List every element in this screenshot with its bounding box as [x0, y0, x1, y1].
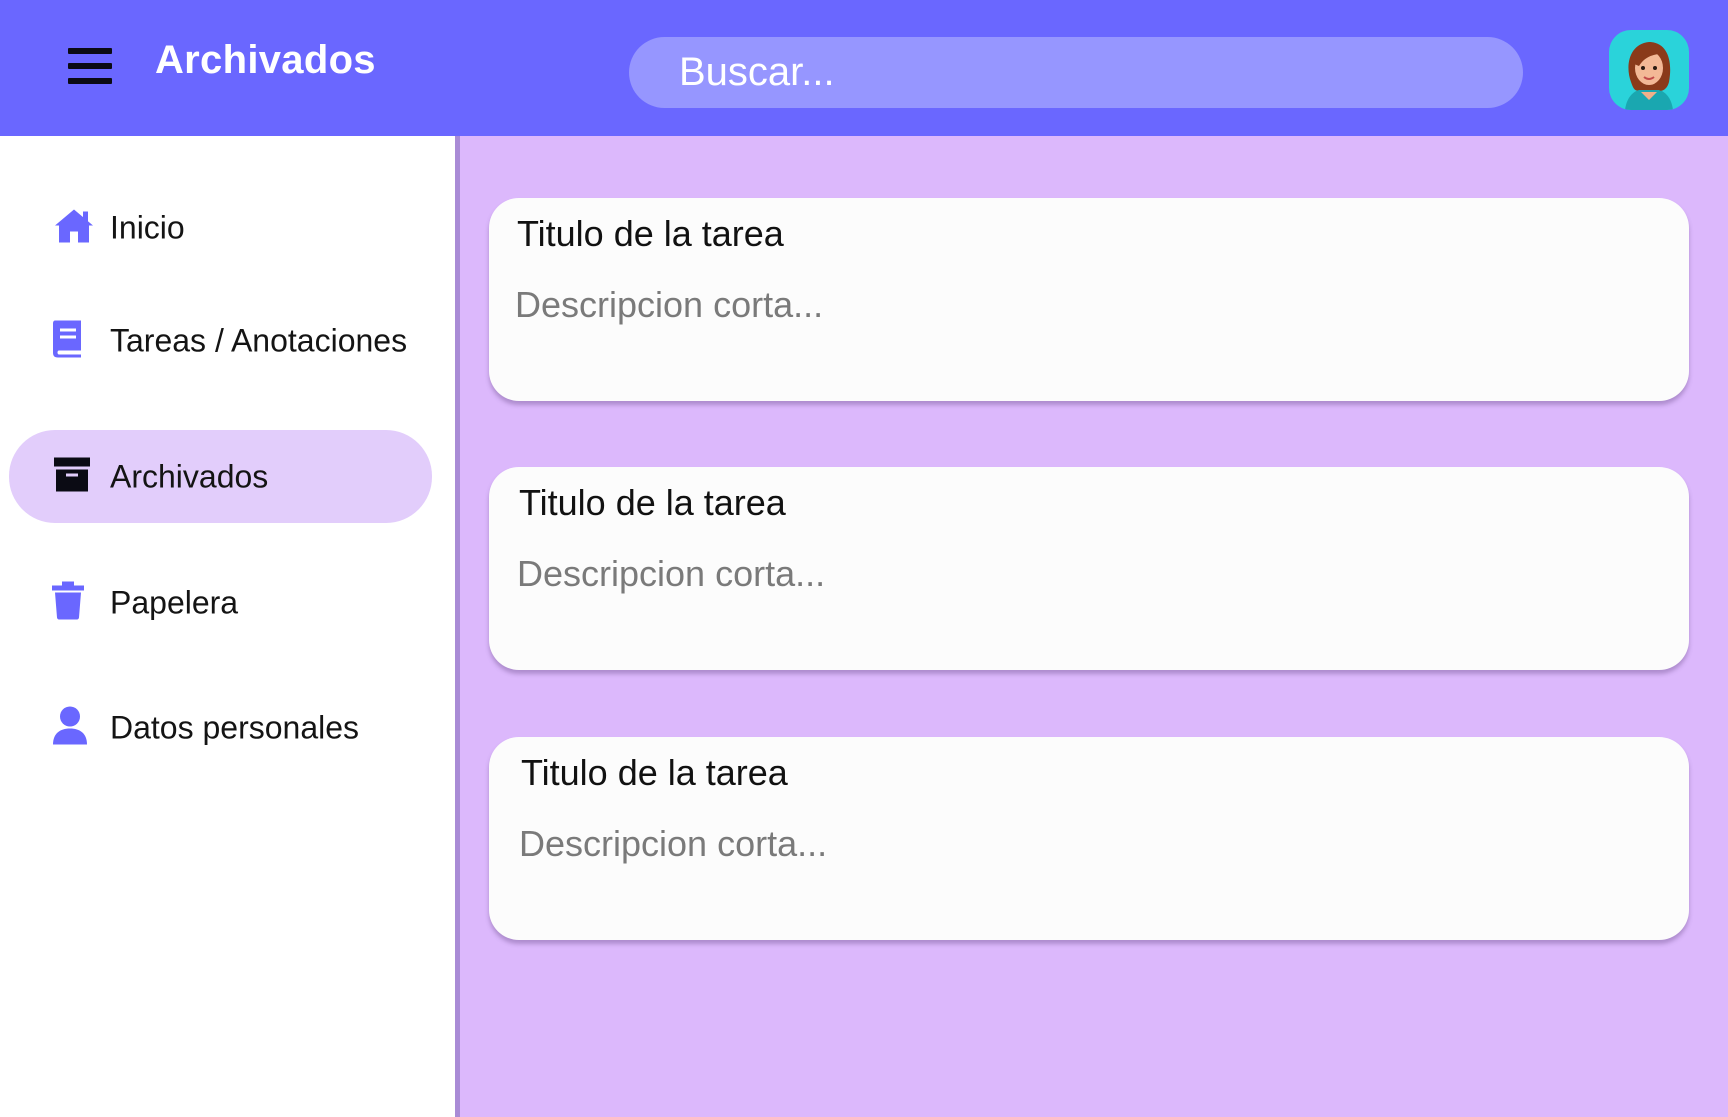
task-list: Titulo de la tarea Descripcion corta... … [465, 136, 1728, 1117]
page-title: Archivados [155, 38, 376, 82]
task-description: Descripcion corta... [515, 284, 824, 325]
sidebar-item-label: Datos personales [110, 709, 360, 745]
home-icon [53, 206, 95, 249]
task-description: Descripcion corta... [519, 823, 828, 864]
sidebar-item-datos-personales[interactable]: Datos personales [9, 681, 432, 774]
task-title: Titulo de la tarea [521, 752, 788, 793]
sidebar-item-archivados[interactable]: Archivados [9, 430, 432, 523]
task-card[interactable]: Titulo de la tarea Descripcion corta... [489, 737, 1689, 940]
person-icon [53, 706, 87, 749]
sidebar-item-papelera[interactable]: Papelera [9, 556, 432, 649]
sidebar-item-inicio[interactable]: Inicio [9, 181, 432, 274]
task-title: Titulo de la tarea [519, 482, 786, 523]
task-card[interactable]: Titulo de la tarea Descripcion corta... [489, 198, 1689, 401]
hamburger-menu-icon[interactable] [68, 46, 112, 86]
search-input[interactable] [629, 37, 1523, 108]
sidebar-item-label: Tareas / Anotaciones [110, 322, 408, 358]
trash-icon [52, 581, 84, 624]
sidebar-item-label: Archivados [110, 458, 269, 494]
task-card[interactable]: Titulo de la tarea Descripcion corta... [489, 467, 1689, 670]
sidebar-item-label: Inicio [110, 209, 185, 245]
sidebar: Inicio Tareas / Anotaciones Archivados P… [0, 136, 460, 1117]
book-icon [51, 318, 85, 363]
top-bar: Archivados [0, 0, 1728, 136]
task-description: Descripcion corta... [517, 553, 826, 594]
user-avatar-icon[interactable] [1609, 30, 1689, 110]
sidebar-item-label: Papelera [110, 584, 239, 620]
sidebar-item-tareas[interactable]: Tareas / Anotaciones [9, 294, 432, 387]
task-title: Titulo de la tarea [517, 213, 784, 254]
archive-box-icon [54, 457, 90, 496]
